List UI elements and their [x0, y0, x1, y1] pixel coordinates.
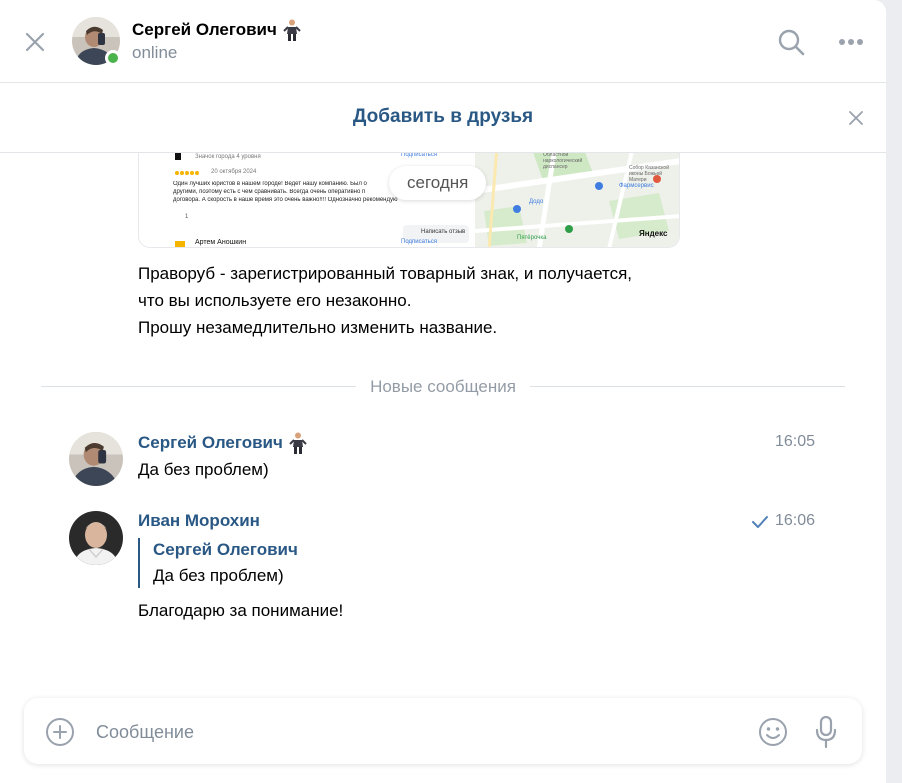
message-time-1: 16:05	[775, 433, 816, 450]
preview-review-line2: другими, поэтому есть с чем сравнивать. …	[173, 189, 366, 195]
quoted-reply-author: Сергей Олегович	[153, 540, 298, 559]
message-author-ivan[interactable]: Иван Морохин	[138, 511, 260, 531]
preview-map-label-4: Пятёрочка	[517, 235, 547, 241]
message-avatar-sergey[interactable]	[69, 432, 123, 486]
message-author-sergey[interactable]: Сергей Олегович	[138, 432, 307, 454]
message-composer	[24, 698, 862, 764]
preview-write-review: Написать отзыв	[421, 229, 466, 235]
chat-header: Сергей Олегович online	[0, 0, 886, 83]
more-dots-icon	[839, 39, 863, 45]
voice-message-button[interactable]	[810, 714, 842, 750]
person-emoji-icon	[283, 19, 301, 41]
date-separator-pill: сегодня	[389, 166, 487, 200]
dismiss-add-friend-button[interactable]	[844, 106, 868, 130]
close-chat-button[interactable]	[20, 27, 50, 57]
message-text-1: Да без проблем)	[138, 460, 269, 479]
read-check-icon	[752, 516, 768, 528]
preview-review-line3: договора. А скорость в наше время это оч…	[173, 197, 398, 203]
preview-rating-date: 20 октября 2024	[211, 169, 257, 175]
previous-message-line-2: что вы используете его незаконно.	[138, 291, 412, 310]
preview-likes: 1	[185, 214, 189, 220]
message-text-2: Благодарю за понимание!	[138, 601, 344, 620]
quoted-reply[interactable]: Сергей Олегович Да без проблем)	[138, 538, 438, 588]
search-button[interactable]	[775, 26, 807, 58]
more-options-button[interactable]	[835, 26, 867, 58]
emoji-button[interactable]	[756, 715, 790, 749]
smiley-icon	[759, 718, 787, 746]
add-friend-button[interactable]: Добавить в друзья	[0, 106, 886, 128]
preview-map-label-5: Додо	[529, 199, 544, 205]
chat-panel: Сергей Олегович online Добавить в друзья	[0, 0, 886, 783]
preview-map-label-6: Яндекс	[639, 229, 668, 238]
person-emoji-icon	[289, 432, 307, 454]
close-icon	[25, 32, 45, 52]
search-icon	[778, 29, 805, 56]
new-messages-divider-left	[41, 386, 356, 387]
microphone-icon	[815, 715, 837, 749]
message-input[interactable]	[96, 718, 736, 746]
message-avatar-ivan[interactable]	[69, 511, 123, 565]
add-friend-bar: Добавить в друзья	[0, 84, 886, 153]
preview-reviewer2: Артем Аношкин	[195, 239, 247, 246]
online-indicator	[105, 50, 121, 66]
previous-message-line-3: Прошу незамедлительно изменить название.	[138, 318, 498, 337]
contact-name[interactable]: Сергей Олегович	[132, 19, 301, 41]
message-time-2: 16:06	[775, 512, 816, 529]
attach-button[interactable]	[44, 716, 76, 748]
preview-map-label-2: Фармсервис	[619, 183, 654, 189]
contact-status: online	[132, 43, 178, 62]
quoted-reply-text: Да без проблем)	[153, 566, 284, 585]
new-messages-label: Новые сообщения	[360, 377, 526, 397]
preview-subscribe-2: Подписаться	[401, 239, 437, 245]
previous-message-line-1: Праворуб - зарегистрированный товарный з…	[138, 264, 633, 283]
preview-badge: Значок города 4 уровня	[195, 154, 261, 160]
new-messages-divider-right	[530, 386, 845, 387]
preview-review-line1: Один лучших юристов в нашем городе! Веде…	[173, 181, 367, 187]
preview-map-label-3: Собор Казанской иконы Божьей Матери	[629, 165, 669, 183]
preview-map-label-1: Областной наркологический диспансер	[543, 152, 583, 170]
plus-circle-icon	[46, 718, 74, 746]
close-icon	[849, 111, 863, 125]
